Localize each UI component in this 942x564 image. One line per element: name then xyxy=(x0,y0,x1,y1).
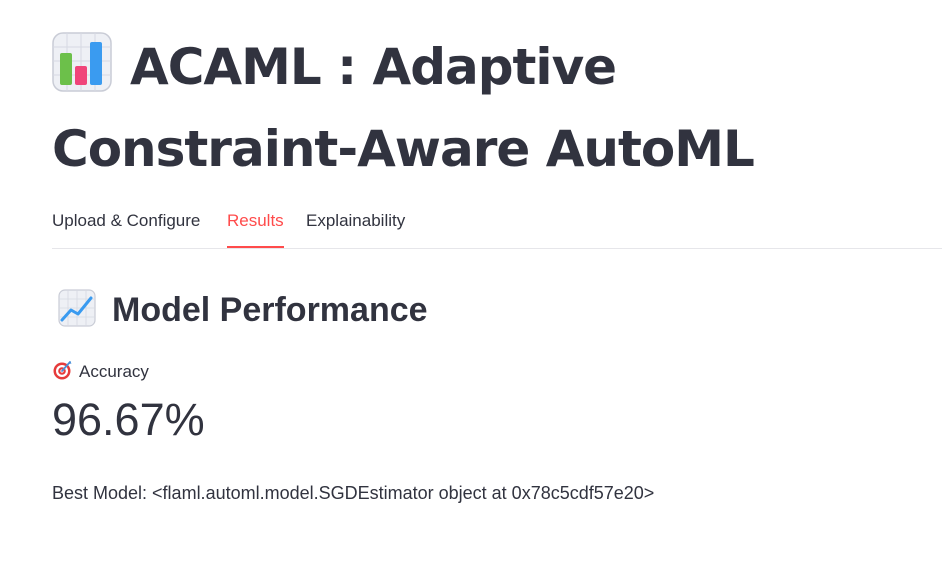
tab-upload-configure[interactable]: Upload & Configure xyxy=(52,205,200,248)
section-subheader-text: Model Performance xyxy=(112,291,428,329)
tab-bar: Upload & Configure Results Explainabilit… xyxy=(52,205,942,249)
page-title-text: ACAML : Adaptive Constraint-Aware AutoML xyxy=(52,38,755,178)
metric-label: Accuracy xyxy=(52,360,149,387)
section-subheader: Model Performance xyxy=(58,286,428,340)
tab-results[interactable]: Results xyxy=(227,205,284,248)
active-tab-indicator xyxy=(227,246,284,248)
bar-chart-icon xyxy=(52,32,112,112)
tab-explainability[interactable]: Explainability xyxy=(306,205,405,248)
metric-value: 96.67% xyxy=(52,394,205,445)
chart-increasing-icon xyxy=(58,289,96,340)
target-icon xyxy=(52,360,72,387)
best-model-text: Best Model: <flaml.automl.model.SGDEstim… xyxy=(52,483,655,503)
page-title: ACAML : Adaptive Constraint-Aware AutoML xyxy=(52,30,932,186)
metric-label-text: Accuracy xyxy=(79,362,149,381)
